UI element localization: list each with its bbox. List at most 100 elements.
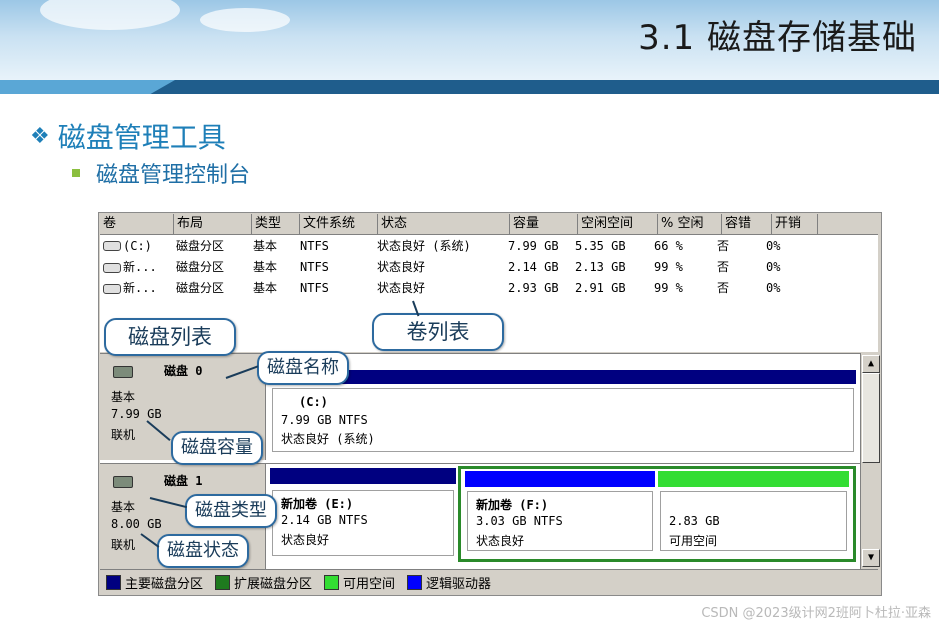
volume-free-space: 5.35 GB bbox=[575, 238, 626, 253]
callout-disk-capacity: 磁盘容量 bbox=[171, 431, 263, 465]
callout-disk-list: 磁盘列表 bbox=[104, 318, 236, 356]
disk-size: 8.00 GB bbox=[111, 517, 162, 531]
volume-percent-free: 66 % bbox=[654, 238, 683, 253]
partition-f[interactable]: 新加卷 (F:) 3.03 GB NTFS 状态良好 bbox=[465, 471, 655, 555]
legend-item: 可用空间 bbox=[324, 573, 395, 592]
legend-label: 扩展磁盘分区 bbox=[234, 576, 313, 592]
partition-details: 新加卷 (F:) 3.03 GB NTFS 状态良好 bbox=[467, 491, 653, 551]
volume-layout: 磁盘分区 bbox=[176, 281, 225, 295]
volume-filesystem: NTFS bbox=[300, 280, 329, 295]
slide-subheading: 磁盘管理控制台 bbox=[72, 157, 250, 189]
column-header-status[interactable]: 状态 bbox=[378, 214, 510, 234]
column-header-layout[interactable]: 布局 bbox=[174, 214, 252, 234]
drive-icon bbox=[103, 262, 121, 273]
volume-capacity: 2.14 GB bbox=[508, 259, 559, 274]
hard-disk-icon bbox=[113, 476, 133, 488]
legend-item: 逻辑驱动器 bbox=[407, 573, 491, 592]
slide-heading-text: 磁盘管理工具 bbox=[57, 121, 226, 154]
volume-overhead: 0% bbox=[766, 238, 781, 253]
volume-overhead: 0% bbox=[766, 280, 781, 295]
partition-bar bbox=[658, 471, 849, 487]
volume-percent-free: 99 % bbox=[654, 280, 683, 295]
volume-fault-tolerance: 否 bbox=[717, 281, 730, 295]
column-header-overhead[interactable]: 开销 bbox=[772, 214, 818, 234]
banner-stripe-light bbox=[0, 80, 175, 94]
column-header-capacity[interactable]: 容量 bbox=[510, 214, 578, 234]
hard-disk-icon bbox=[113, 366, 133, 378]
legend-label: 逻辑驱动器 bbox=[426, 576, 492, 592]
partition-details: 新加卷 (E:) 2.14 GB NTFS 状态良好 bbox=[272, 490, 454, 556]
legend-bar: 主要磁盘分区 扩展磁盘分区 可用空间 逻辑驱动器 bbox=[100, 569, 878, 594]
legend-item: 主要磁盘分区 bbox=[106, 573, 203, 592]
callout-disk-type: 磁盘类型 bbox=[185, 494, 277, 528]
table-row[interactable]: 新... 磁盘分区 基本 NTFS 状态良好 2.14 GB 2.13 GB 9… bbox=[100, 256, 878, 277]
volume-type: 基本 bbox=[253, 281, 278, 295]
partition-bar bbox=[465, 471, 655, 487]
volume-name: (C:) bbox=[123, 238, 152, 253]
partition-label: (C:) bbox=[299, 395, 328, 409]
column-header-fault-tolerance[interactable]: 容错 bbox=[722, 214, 772, 234]
volume-fault-tolerance: 否 bbox=[717, 260, 730, 274]
drive-icon bbox=[103, 241, 121, 251]
slide-title: 3.1 磁盘存储基础 bbox=[638, 18, 917, 58]
scroll-up-arrow-icon[interactable]: ▲ bbox=[862, 355, 880, 373]
volume-fault-tolerance: 否 bbox=[717, 239, 730, 253]
partition-status: 状态良好 (系统) bbox=[281, 432, 375, 446]
disk-status: 联机 bbox=[111, 538, 136, 552]
partition-bar bbox=[270, 468, 456, 484]
partition-status: 状态良好 bbox=[476, 534, 525, 548]
volume-filesystem: NTFS bbox=[300, 259, 329, 274]
column-header-volume[interactable]: 卷 bbox=[100, 214, 174, 234]
volume-free-space: 2.91 GB bbox=[575, 280, 626, 295]
free-space-region[interactable]: 2.83 GB 可用空间 bbox=[658, 471, 849, 555]
table-row[interactable]: 新... 磁盘分区 基本 NTFS 状态良好 2.93 GB 2.91 GB 9… bbox=[100, 277, 878, 298]
drive-icon bbox=[103, 283, 121, 294]
partition-fs: 2.14 GB NTFS bbox=[281, 513, 368, 527]
vertical-scrollbar[interactable]: ▲ ▼ bbox=[860, 353, 880, 569]
disk-name: 磁盘 1 bbox=[164, 474, 203, 488]
callout-disk-name: 磁盘名称 bbox=[257, 351, 349, 385]
partition-status: 状态良好 bbox=[281, 533, 330, 547]
disk-size: 7.99 GB bbox=[111, 407, 162, 421]
column-header-percent-free[interactable]: % 空闲 bbox=[658, 214, 722, 234]
volume-type: 基本 bbox=[253, 239, 278, 253]
callout-volume-list: 卷列表 bbox=[372, 313, 504, 351]
legend-label: 主要磁盘分区 bbox=[125, 576, 204, 592]
volume-layout: 磁盘分区 bbox=[176, 260, 225, 274]
volume-capacity: 2.93 GB bbox=[508, 280, 559, 295]
extended-partition[interactable]: 新加卷 (F:) 3.03 GB NTFS 状态良好 2.83 GB 可用空间 bbox=[458, 466, 856, 562]
partition-c[interactable]: (C:) 7.99 GB NTFS 状态良好 (系统) bbox=[270, 370, 856, 456]
volume-free-space: 2.13 GB bbox=[575, 259, 626, 274]
partition-details: 2.83 GB 可用空间 bbox=[660, 491, 847, 551]
slide-banner: 3.1 磁盘存储基础 bbox=[0, 0, 939, 80]
partition-e[interactable]: 新加卷 (E:) 2.14 GB NTFS 状态良好 bbox=[270, 468, 456, 560]
legend-swatch bbox=[324, 574, 340, 590]
volume-overhead: 0% bbox=[766, 259, 781, 274]
callout-disk-status: 磁盘状态 bbox=[157, 534, 249, 568]
scrollbar-thumb[interactable] bbox=[862, 373, 880, 463]
volume-status: 状态良好 bbox=[377, 281, 426, 295]
column-header-free-space[interactable]: 空闲空间 bbox=[578, 214, 658, 234]
partition-fs: 2.83 GB bbox=[669, 514, 720, 528]
square-bullet-icon bbox=[72, 169, 80, 177]
partition-bar bbox=[270, 370, 856, 384]
watermark: CSDN @2023级计网2班阿卜杜拉·亚森 bbox=[701, 606, 931, 621]
legend-label: 可用空间 bbox=[343, 576, 396, 592]
volume-status: 状态良好 (系统) bbox=[377, 239, 471, 253]
legend-swatch bbox=[215, 574, 231, 590]
scroll-down-arrow-icon[interactable]: ▼ bbox=[862, 549, 880, 567]
volume-capacity: 7.99 GB bbox=[508, 238, 559, 253]
volume-status: 状态良好 bbox=[377, 260, 426, 274]
volume-type: 基本 bbox=[253, 260, 278, 274]
slide-heading: ❖ 磁盘管理工具 bbox=[30, 116, 226, 156]
column-header-filesystem[interactable]: 文件系统 bbox=[300, 214, 378, 234]
column-header-type[interactable]: 类型 bbox=[252, 214, 300, 234]
volume-name: 新... bbox=[123, 281, 157, 295]
disk-name: 磁盘 0 bbox=[164, 364, 203, 378]
volume-percent-free: 99 % bbox=[654, 259, 683, 274]
legend-item: 扩展磁盘分区 bbox=[215, 573, 312, 592]
disk-status: 联机 bbox=[111, 428, 136, 442]
table-row[interactable]: (C:) 磁盘分区 基本 NTFS 状态良好 (系统) 7.99 GB 5.35… bbox=[100, 235, 878, 256]
disk-type: 基本 bbox=[111, 500, 136, 514]
volume-name: 新... bbox=[123, 260, 157, 274]
